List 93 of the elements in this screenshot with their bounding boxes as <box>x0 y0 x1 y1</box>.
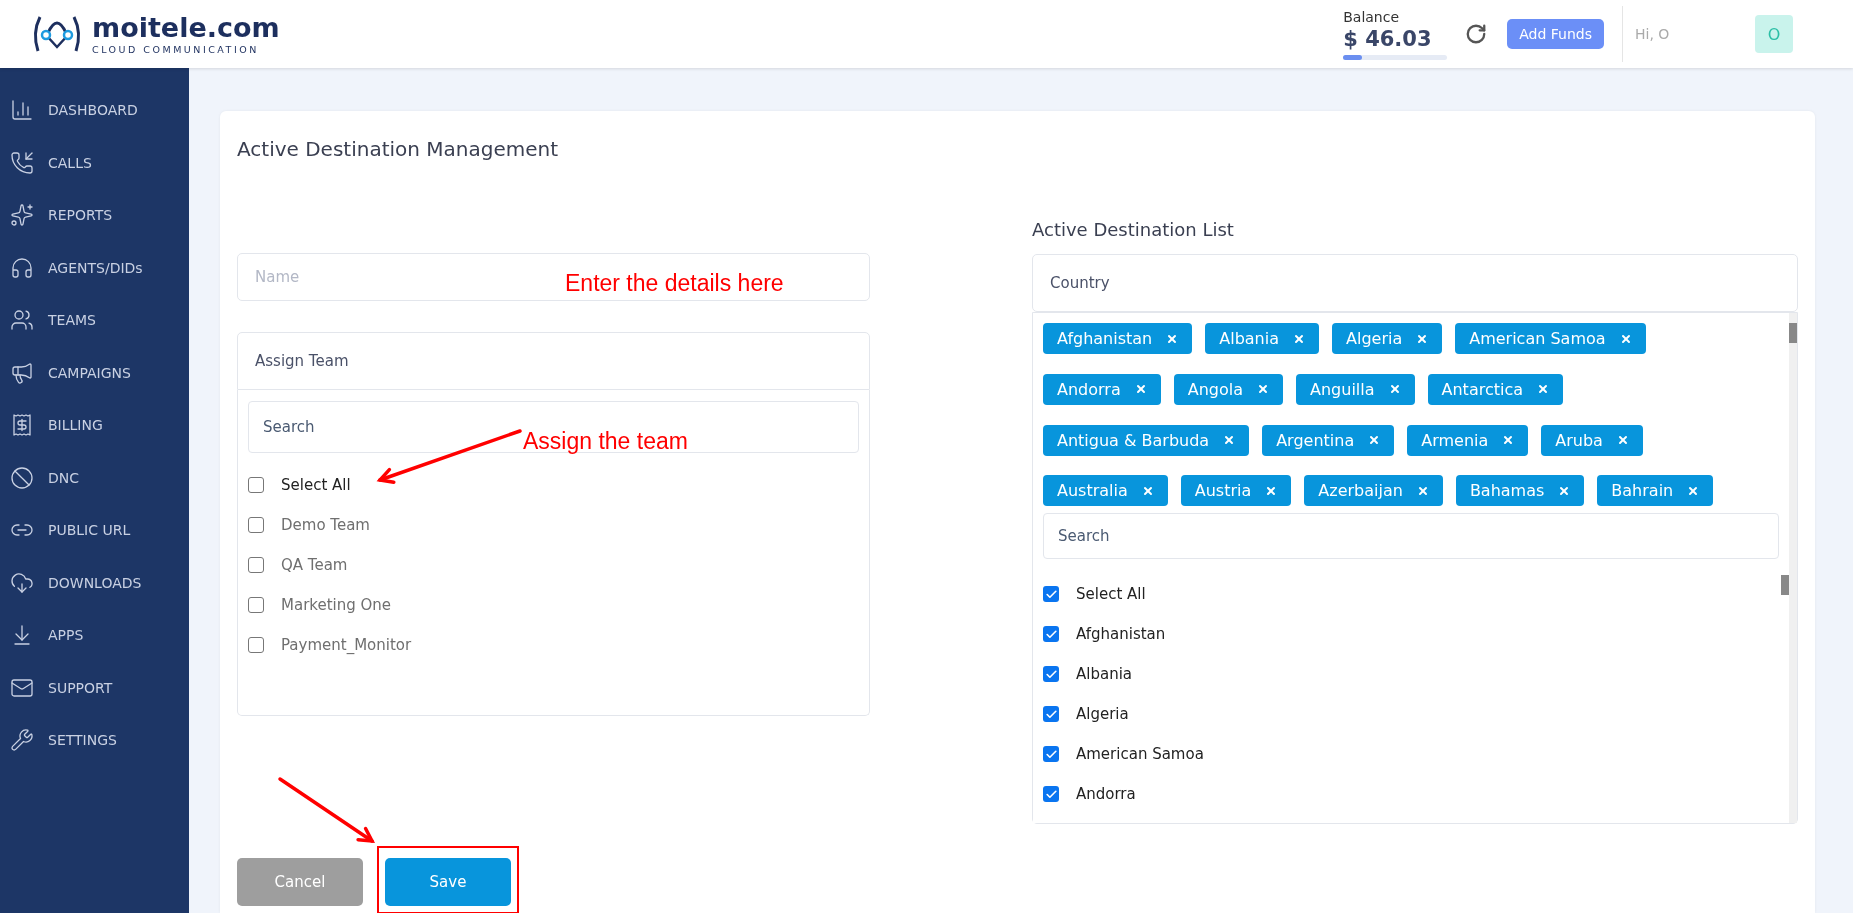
country-option[interactable]: Select All <box>1043 574 1779 614</box>
cloud-download-icon <box>10 570 34 595</box>
country-tag: Austria <box>1180 475 1292 507</box>
country-tag: Bahrain <box>1597 475 1714 507</box>
sidebar-item[interactable]: TEAMS <box>0 294 189 347</box>
remove-icon[interactable] <box>1166 332 1179 345</box>
search-field[interactable]: Search <box>1043 513 1779 559</box>
annotation-text: Assign the team <box>523 428 688 455</box>
country-tag: Aruba <box>1541 424 1643 456</box>
country-tag: Angola <box>1173 373 1283 405</box>
remove-icon[interactable] <box>1388 383 1401 396</box>
country-option[interactable]: Andorra <box>1043 774 1779 814</box>
wrench-icon <box>10 728 34 753</box>
brand-tagline: CLOUD COMMUNICATION <box>92 43 260 55</box>
remove-icon[interactable] <box>1257 383 1269 396</box>
checkbox[interactable] <box>1043 626 1059 642</box>
remove-icon[interactable] <box>1265 484 1278 497</box>
balance-amount: $ 46.03 <box>1343 26 1433 51</box>
checkbox[interactable] <box>248 557 264 573</box>
remove-icon[interactable] <box>1537 383 1550 396</box>
checkbox[interactable] <box>1043 666 1059 682</box>
country-tag: Albania <box>1205 323 1319 354</box>
remove-icon[interactable] <box>1502 434 1515 446</box>
annotation-text: Enter the details here <box>565 270 784 297</box>
invoice-icon <box>10 413 34 438</box>
sparkle-chart-icon <box>10 203 34 228</box>
remove-icon[interactable] <box>1368 434 1381 446</box>
country-select[interactable]: Country <box>1032 254 1798 312</box>
checkbox[interactable] <box>248 637 264 653</box>
headset-icon <box>10 255 34 280</box>
team-option[interactable]: QA Team <box>248 545 859 585</box>
country-option[interactable]: Algeria <box>1043 694 1779 734</box>
country-option[interactable]: American Samoa <box>1043 734 1779 774</box>
country-tag: Azerbaijan <box>1304 475 1443 507</box>
remove-icon[interactable] <box>1619 332 1632 345</box>
remove-icon[interactable] <box>1616 434 1629 446</box>
country-tag: Algeria <box>1332 323 1443 354</box>
checkbox[interactable] <box>1043 586 1059 602</box>
megaphone-icon <box>10 360 34 385</box>
sidebar-item[interactable]: CAMPAIGNS <box>0 346 189 399</box>
team-option[interactable]: Select All <box>248 465 859 505</box>
checkbox[interactable] <box>248 517 264 533</box>
remove-icon[interactable] <box>1558 484 1571 497</box>
country-tag: Afghanistan <box>1043 323 1193 354</box>
checkbox[interactable] <box>1043 746 1059 762</box>
checkbox[interactable] <box>248 477 264 493</box>
sidebar-item[interactable]: CALLS <box>0 136 189 189</box>
sidebar-item[interactable]: SETTINGS <box>0 714 189 767</box>
country-option[interactable]: Afghanistan <box>1043 614 1779 654</box>
brand-name: moitele.com <box>92 13 280 41</box>
bar-chart-icon <box>10 98 34 123</box>
page-title: Active Destination Management <box>237 137 560 161</box>
greeting-text: Hi, O <box>1635 26 1671 42</box>
country-tag: Andorra <box>1043 373 1161 405</box>
remove-icon[interactable] <box>1416 332 1429 345</box>
country-tag: Anguilla <box>1296 373 1415 405</box>
country-tag: Antarctica <box>1427 373 1564 405</box>
sidebar-item[interactable]: BILLING <box>0 399 189 452</box>
remove-icon[interactable] <box>1416 484 1429 497</box>
checkbox[interactable] <box>1043 786 1059 802</box>
phone-icon <box>10 150 34 175</box>
refresh-icon[interactable] <box>1465 23 1488 45</box>
no-entry-icon <box>10 465 34 490</box>
team-option[interactable]: Marketing One <box>248 585 859 625</box>
team-option[interactable]: Payment_Monitor <box>248 625 859 665</box>
country-tag: Argentina <box>1262 424 1395 456</box>
country-tag: Bahamas <box>1455 475 1585 507</box>
sidebar-item[interactable]: APPS <box>0 609 189 662</box>
country-tag: Antigua & Barbuda <box>1043 424 1250 456</box>
remove-icon[interactable] <box>1687 484 1700 497</box>
sidebar-item[interactable]: REPORTS <box>0 189 189 242</box>
sidebar-item[interactable]: SUPPORT <box>0 661 189 714</box>
scrollbar-thumb[interactable] <box>1789 323 1797 343</box>
country-tag: American Samoa <box>1455 323 1646 354</box>
remove-icon[interactable] <box>1134 383 1147 396</box>
balance-label: Balance <box>1343 8 1401 25</box>
country-option[interactable]: Albania <box>1043 654 1779 694</box>
checkbox[interactable] <box>248 597 264 613</box>
remove-icon[interactable] <box>1293 332 1305 345</box>
sidebar-item[interactable]: DOWNLOADS <box>0 556 189 609</box>
scrollbar-thumb[interactable] <box>1781 575 1789 595</box>
country-tag: Australia <box>1043 475 1168 507</box>
remove-icon[interactable] <box>1141 484 1154 497</box>
team-option[interactable]: Demo Team <box>248 505 859 545</box>
sidebar-item[interactable]: PUBLIC URL <box>0 504 189 557</box>
sidebar-item[interactable]: DASHBOARD <box>0 84 189 137</box>
sidebar-item[interactable]: DNC <box>0 451 189 504</box>
remove-icon[interactable] <box>1223 434 1236 446</box>
assign-team-select[interactable]: Assign Team <box>237 332 870 390</box>
section-title: Active Destination List <box>1032 219 1235 240</box>
country-tag: Armenia <box>1407 424 1529 456</box>
checkbox[interactable] <box>1043 706 1059 722</box>
sidebar-item[interactable]: AGENTS/DIDs <box>0 241 189 294</box>
